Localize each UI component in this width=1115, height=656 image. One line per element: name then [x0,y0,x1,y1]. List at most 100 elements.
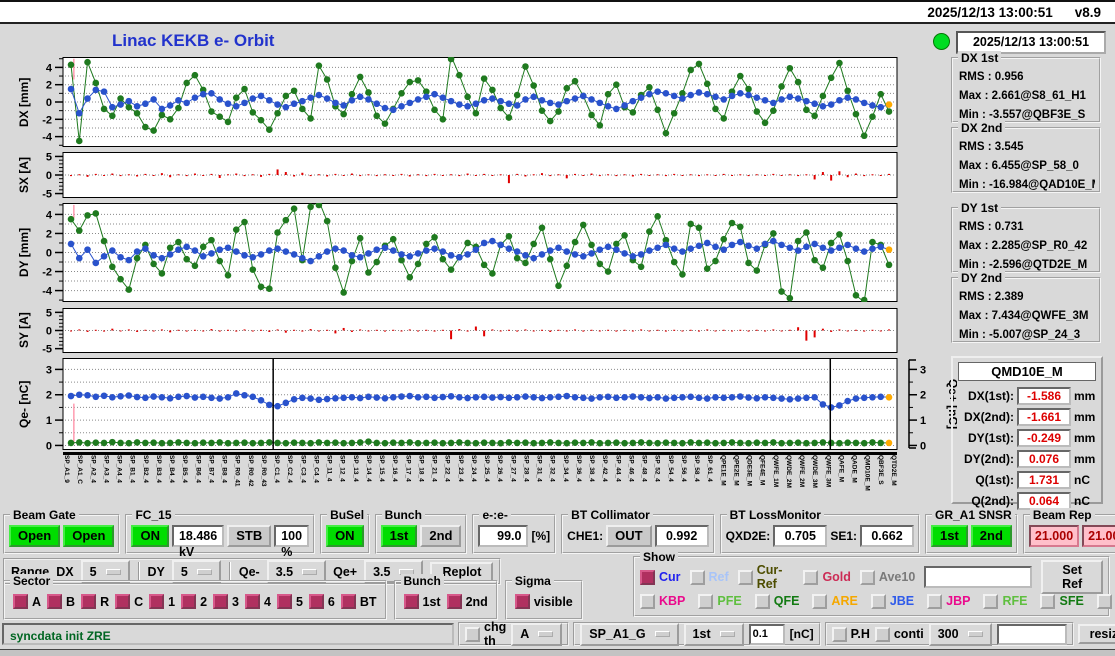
bpm-name-label: SP_A3_4 [102,455,109,509]
status-bar: syncdata init ZRE chg th A SP_A1_G 1st [… [2,621,1111,647]
sector-b-checkbox[interactable]: B [47,594,75,609]
bunch-1st-button[interactable]: 1st [381,525,418,547]
che1-out-button[interactable]: OUT [606,525,651,547]
show-kbp-checkbox[interactable]: KBP [640,594,685,609]
svg-text:-5: -5 [42,344,52,353]
sector-a-checkbox[interactable]: A [13,594,41,609]
threshold-input[interactable] [749,624,785,645]
sector-1-checkbox[interactable]: 1 [149,594,175,609]
show-pfe-checkbox[interactable]: PFE [698,594,741,609]
sector-r-checkbox[interactable]: R [81,594,109,609]
svg-text:4: 4 [46,62,53,74]
show-jbe-checkbox[interactable]: JBE [871,594,914,609]
conti-checkbox[interactable]: conti [875,627,924,642]
show-gold-checkbox[interactable]: Gold [803,570,850,585]
bpm-name-label: SP_42_4 [601,455,608,509]
bpm-name-label: SP_25_4 [483,455,490,509]
sector-5-checkbox[interactable]: 5 [277,594,303,609]
svg-text:5: 5 [46,152,52,163]
bpm-name-label: QWFE_3M [824,455,831,509]
sector-2-checkbox[interactable]: 2 [181,594,207,609]
sx-axis-label: SX [A] [16,152,32,198]
busel-group: BuSel ON [320,514,370,554]
gr-a1-2nd-button[interactable]: 2nd [971,525,1012,547]
titlebar-datetime: 2025/12/13 13:00:51 [927,5,1052,20]
busel-on-button[interactable]: ON [326,525,364,547]
show-zre-checkbox[interactable]: ZRE [1097,594,1115,609]
linac-orbit-window: 2025/12/13 13:00:51 v8.9 Linac KEKB e- O… [0,0,1115,656]
option-menu-icon [197,569,212,575]
sector-6-checkbox[interactable]: 6 [309,594,335,609]
bpm-name-label: QADE_M [851,455,858,509]
bunch-select[interactable]: 1st [684,623,744,646]
show-rfe-checkbox[interactable]: RFE [983,594,1027,609]
dy1-max: 2.285@SP_R0_42 [992,240,1088,252]
ref-name-input[interactable] [924,566,1032,588]
show-jbp-checkbox[interactable]: JBP [927,594,970,609]
set-ref-button[interactable]: Set Ref [1041,560,1103,594]
fc15-percent-value: 100 % [274,525,309,547]
dx1-rms: 0.956 [995,71,1024,83]
bpm-name-label: SP_A2_4 [89,455,96,509]
svg-text:2: 2 [46,228,52,240]
sy-steering-plot[interactable]: 50-5 [37,308,957,353]
sector-bt-checkbox[interactable]: BT [341,594,377,609]
ph-checkbox[interactable]: P.H [832,627,870,642]
option-menu-icon [302,569,317,575]
device-select[interactable]: SP_A1_G [580,623,678,646]
svg-text:2: 2 [46,390,52,402]
svg-text:2: 2 [46,80,52,92]
ee-ratio-value[interactable]: 99.0 [478,525,528,547]
show-ref-checkbox[interactable]: Ref [690,570,729,585]
sector-c-checkbox[interactable]: C [115,594,143,609]
points-select[interactable]: 300 [929,623,992,646]
th-select[interactable]: A [511,623,562,646]
show-cur-checkbox[interactable]: Cur [640,570,681,585]
monitor-dx1st-value: -1.586 [1017,387,1071,405]
svg-text:3: 3 [46,364,52,376]
svg-text:0: 0 [46,248,52,260]
monitor-device-name[interactable]: QMD10E_M [958,362,1096,381]
svg-text:0: 0 [46,326,52,338]
show-panel: Show Cur Ref Cur-Ref Gold Ave10 Set Ref … [633,556,1110,617]
svg-text:3: 3 [920,364,926,376]
stats-dy-2nd-title: DY 2nd [958,271,1005,285]
dy1-min: -2.596@QTD2E_M [989,259,1087,271]
gr-a1-1st-button[interactable]: 1st [931,525,968,547]
dx-orbit-plot[interactable]: 420-2-4 [37,57,957,147]
bpm-name-label: SP_27_4 [509,455,516,509]
sector-4-checkbox[interactable]: 4 [245,594,271,609]
bpm-name-label: SP_B3_4 [155,455,162,509]
beam-gate-open-1-button[interactable]: Open [9,525,60,547]
bpm-name-label: SP_44_4 [614,455,621,509]
che1-value: 0.992 [655,525,709,547]
show-ave10-checkbox[interactable]: Ave10 [860,570,915,585]
show-sfe-checkbox[interactable]: SFE [1040,594,1083,609]
chg-th-checkbox[interactable]: chg th [465,620,506,648]
show-are-checkbox[interactable]: ARE [812,594,857,609]
resize-button[interactable]: resize [1078,624,1115,644]
bpm-name-label: SP_38_4 [588,455,595,509]
show-cur-ref-checkbox[interactable]: Cur-Ref [738,563,795,591]
bpm-name-label: QMD10E_M [864,455,871,509]
fc15-on-button[interactable]: ON [131,525,169,547]
bpm-name-label: SP_16_4 [391,455,398,509]
control-row-filters: Sector A B R C 1 2 3 4 5 6 BT Bunch 1st … [3,580,583,620]
bpm-name-label: SP_31_4 [536,455,543,509]
bpm-name-label: SP_26_4 [496,455,503,509]
bunch-2nd-button[interactable]: 2nd [420,525,461,547]
bunch-1st-checkbox[interactable]: 1st [404,594,441,609]
show-qfe-checkbox[interactable]: QFE [755,594,800,609]
dy-orbit-plot[interactable]: 420-2-4 [37,203,957,302]
bpm-name-label: SP_58_4 [693,455,700,509]
bpm-name-label: QAFE_M [837,455,844,509]
sector-3-checkbox[interactable]: 3 [213,594,239,609]
bunch-2nd-checkbox[interactable]: 2nd [447,594,488,609]
sigma-visible-checkbox[interactable]: visible [515,594,573,609]
qe-charge-plot[interactable]: 32103210Qe+ [nC] [37,358,957,450]
sx-steering-plot[interactable]: 50-5 [37,152,957,198]
aux-input[interactable] [997,624,1067,645]
fc15-stb-button[interactable]: STB [227,525,271,547]
beam-gate-open-2-button[interactable]: Open [63,525,114,547]
stats-dy-1st-title: DY 1st [958,201,1001,215]
